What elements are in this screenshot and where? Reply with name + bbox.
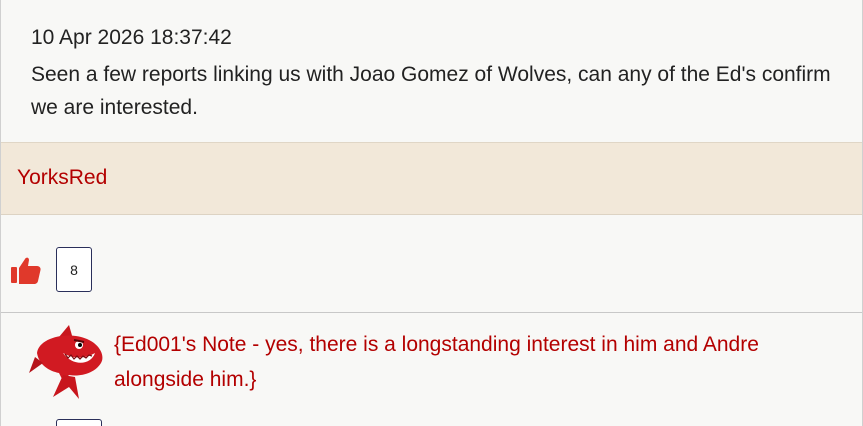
shark-icon (29, 323, 105, 401)
ed-note: {Ed001's Note - yes, there is a longstan… (1, 313, 862, 426)
ed-note-text: {Ed001's Note - yes, there is a longstan… (114, 333, 759, 391)
post-timestamp: 10 Apr 2026 18:37:42 (31, 26, 232, 49)
like-count-badge[interactable]: 8 (56, 247, 92, 292)
forum-thread-page: 10 Apr 2026 18:37:42 Seen a few reports … (0, 0, 863, 426)
thumbs-up-icon[interactable] (10, 255, 42, 285)
author-name-link[interactable]: YorksRed (17, 166, 107, 190)
forum-post: 10 Apr 2026 18:37:42 Seen a few reports … (1, 0, 862, 142)
next-like-count-badge[interactable] (56, 419, 102, 426)
likes-row: 8 (1, 215, 862, 313)
author-bar: YorksRed (1, 142, 862, 215)
post-body: Seen a few reports linking us with Joao … (31, 63, 831, 119)
